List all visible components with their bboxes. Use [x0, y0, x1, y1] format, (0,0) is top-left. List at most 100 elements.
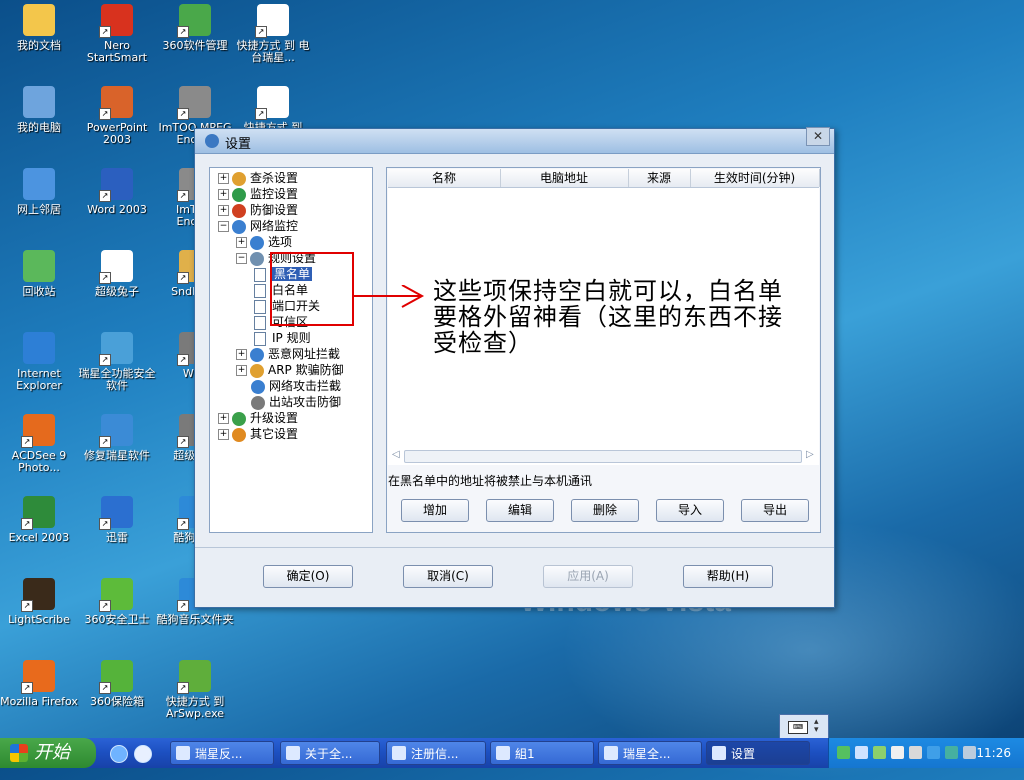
tree-node[interactable]: + 选项 — [236, 234, 292, 250]
desktop-icon[interactable]: 网上邻居 — [0, 168, 78, 216]
tree-node[interactable]: 网络攻击拦截 — [236, 378, 341, 394]
tree-node[interactable]: − 网络监控 — [218, 218, 298, 234]
tree-node[interactable]: + 恶意网址拦截 — [236, 346, 340, 362]
desktop-icon[interactable]: 360保险箱 — [78, 660, 156, 708]
tray-shield-icon[interactable] — [891, 746, 904, 759]
desktop-icon[interactable]: LightScribe — [0, 578, 78, 626]
desktop-icon-label: 快捷方式 到 ArSwp.exe — [165, 695, 225, 720]
desktop-icon[interactable]: 360安全卫士 — [78, 578, 156, 626]
collapse-icon[interactable]: − — [236, 253, 247, 264]
desktop-icon[interactable]: 迅雷 — [78, 496, 156, 544]
desktop-icon[interactable]: 回收站 — [0, 250, 78, 298]
tray-network-icon[interactable] — [837, 746, 850, 759]
desktop-icon-label: 360安全卫士 — [84, 613, 150, 626]
network-icon — [23, 168, 55, 200]
tray-umbrella-icon[interactable] — [945, 746, 958, 759]
expand-icon[interactable]: + — [218, 173, 229, 184]
desktop-icon[interactable]: 超级兔子 — [78, 250, 156, 298]
scroll-left-icon[interactable]: ◁ — [392, 449, 400, 460]
cancel-button[interactable]: 取消(C) — [403, 565, 493, 588]
scroll-right-icon[interactable]: ▷ — [806, 449, 814, 460]
desktop-icon[interactable]: 快捷方式 到 电台瑞星... — [234, 4, 312, 64]
tree-node[interactable]: + 防御设置 — [218, 202, 298, 218]
desktop-icon[interactable]: Internet Explorer — [0, 332, 78, 392]
close-button[interactable]: ✕ — [806, 127, 830, 146]
tray-monitor-icon[interactable] — [855, 746, 868, 759]
edit-button[interactable]: 编辑 — [486, 499, 554, 522]
expand-icon[interactable]: + — [218, 205, 229, 216]
ok-button[interactable]: 确定(O) — [263, 565, 353, 588]
tree-node-icon — [250, 347, 264, 362]
taskbar-button[interactable]: 设置 — [706, 741, 810, 765]
column-header[interactable]: 来源 — [628, 169, 691, 187]
taskbar-button[interactable]: 关于全... — [280, 741, 380, 765]
desktop-icon[interactable]: 修复瑞星软件 — [78, 414, 156, 462]
tray-globe-icon[interactable] — [927, 746, 940, 759]
keyboard-icon[interactable]: ⌨ — [788, 721, 808, 734]
desktop-icon[interactable]: PowerPoint 2003 — [78, 86, 156, 146]
quicklaunch-desktop-icon[interactable] — [134, 745, 152, 763]
delete-button[interactable]: 删除 — [571, 499, 639, 522]
firefox-icon — [21, 660, 55, 694]
expand-icon[interactable]: + — [218, 189, 229, 200]
tree-node-label: IP 规则 — [272, 331, 311, 345]
collapse-icon[interactable]: − — [218, 221, 229, 232]
tray-printer-icon[interactable] — [909, 746, 922, 759]
desktop-icon[interactable]: 我的文档 — [0, 4, 78, 52]
desktop-icon[interactable]: Mozilla Firefox — [0, 660, 78, 708]
tree-node[interactable]: + 升级设置 — [218, 410, 298, 426]
apply-button[interactable]: 应用(A) — [543, 565, 633, 588]
expand-icon[interactable]: + — [218, 413, 229, 424]
add-button[interactable]: 增加 — [401, 499, 469, 522]
tree-node[interactable]: + 查杀设置 — [218, 170, 298, 186]
desktop-icon[interactable]: Excel 2003 — [0, 496, 78, 544]
desktop-icon[interactable]: ACDSee 9 Photo... — [0, 414, 78, 474]
desktop-icon[interactable]: 360软件管理 — [156, 4, 234, 52]
document-icon — [254, 299, 266, 314]
expand-icon[interactable]: + — [218, 429, 229, 440]
language-bar[interactable]: ⌨ ▴ ▾ — [779, 714, 829, 740]
quicklaunch-ie-icon[interactable] — [110, 745, 128, 763]
clock[interactable]: 11:26 — [976, 746, 1011, 760]
tray-360-icon[interactable] — [873, 746, 886, 759]
langbar-menu-icon[interactable]: ▴ ▾ — [814, 718, 819, 735]
annotation-note: 这些项保持空白就可以，白名单要格外留神看（这里的东西不接受检查） — [433, 277, 783, 357]
expand-icon[interactable]: + — [236, 237, 247, 248]
desktop-icon[interactable]: Word 2003 — [78, 168, 156, 216]
desktop-icon-label: Word 2003 — [87, 203, 147, 216]
tree-node[interactable]: + 其它设置 — [218, 426, 298, 442]
taskbar-button-label: 设置 — [731, 747, 756, 761]
taskbar-button[interactable]: 瑞星全... — [598, 741, 702, 765]
column-header[interactable]: 名称 — [388, 169, 501, 187]
taskbar-button[interactable]: 組1 — [490, 741, 594, 765]
desktop-icon-label: PowerPoint 2003 — [86, 121, 148, 146]
desktop-icon[interactable]: 我的电脑 — [0, 86, 78, 134]
help-button[interactable]: 帮助(H) — [683, 565, 773, 588]
annotation-arrow-icon — [352, 285, 425, 308]
tree-node[interactable]: + ARP 欺骗防御 — [236, 362, 344, 378]
desktop-icon[interactable]: 快捷方式 到 — [234, 86, 312, 134]
tree-node-icon — [250, 363, 264, 378]
import-button[interactable]: 导入 — [656, 499, 724, 522]
expand-icon[interactable]: + — [236, 365, 247, 376]
column-header[interactable]: 电脑地址 — [500, 169, 629, 187]
window-titlebar[interactable]: 设置 ✕ — [195, 127, 834, 154]
desktop-icon[interactable]: 快捷方式 到 ArSwp.exe — [156, 660, 234, 720]
column-header[interactable]: 生效时间(分钟) — [690, 169, 820, 187]
tree-node[interactable]: 出站攻击防御 — [236, 394, 341, 410]
tree-node[interactable]: + 监控设置 — [218, 186, 298, 202]
horizontal-scrollbar[interactable]: ◁ ▷ — [392, 449, 818, 463]
desktop-icon-label: 网上邻居 — [17, 203, 61, 216]
taskbar-button[interactable]: 瑞星反... — [170, 741, 274, 765]
scrollbar-track[interactable] — [404, 450, 802, 463]
desktop-icon[interactable]: 瑞星全功能安全软件 — [78, 332, 156, 392]
document-icon — [254, 331, 266, 346]
export-button[interactable]: 导出 — [741, 499, 809, 522]
expand-icon[interactable]: + — [236, 349, 247, 360]
taskbar-button[interactable]: 注册信... — [386, 741, 486, 765]
tray-volume-icon[interactable] — [963, 746, 976, 759]
desktop-icon[interactable]: Nero StartSmart — [78, 4, 156, 64]
tree-node[interactable]: IP 规则 — [254, 330, 311, 346]
word-icon — [99, 168, 133, 202]
start-button[interactable]: 开始 — [0, 738, 96, 768]
